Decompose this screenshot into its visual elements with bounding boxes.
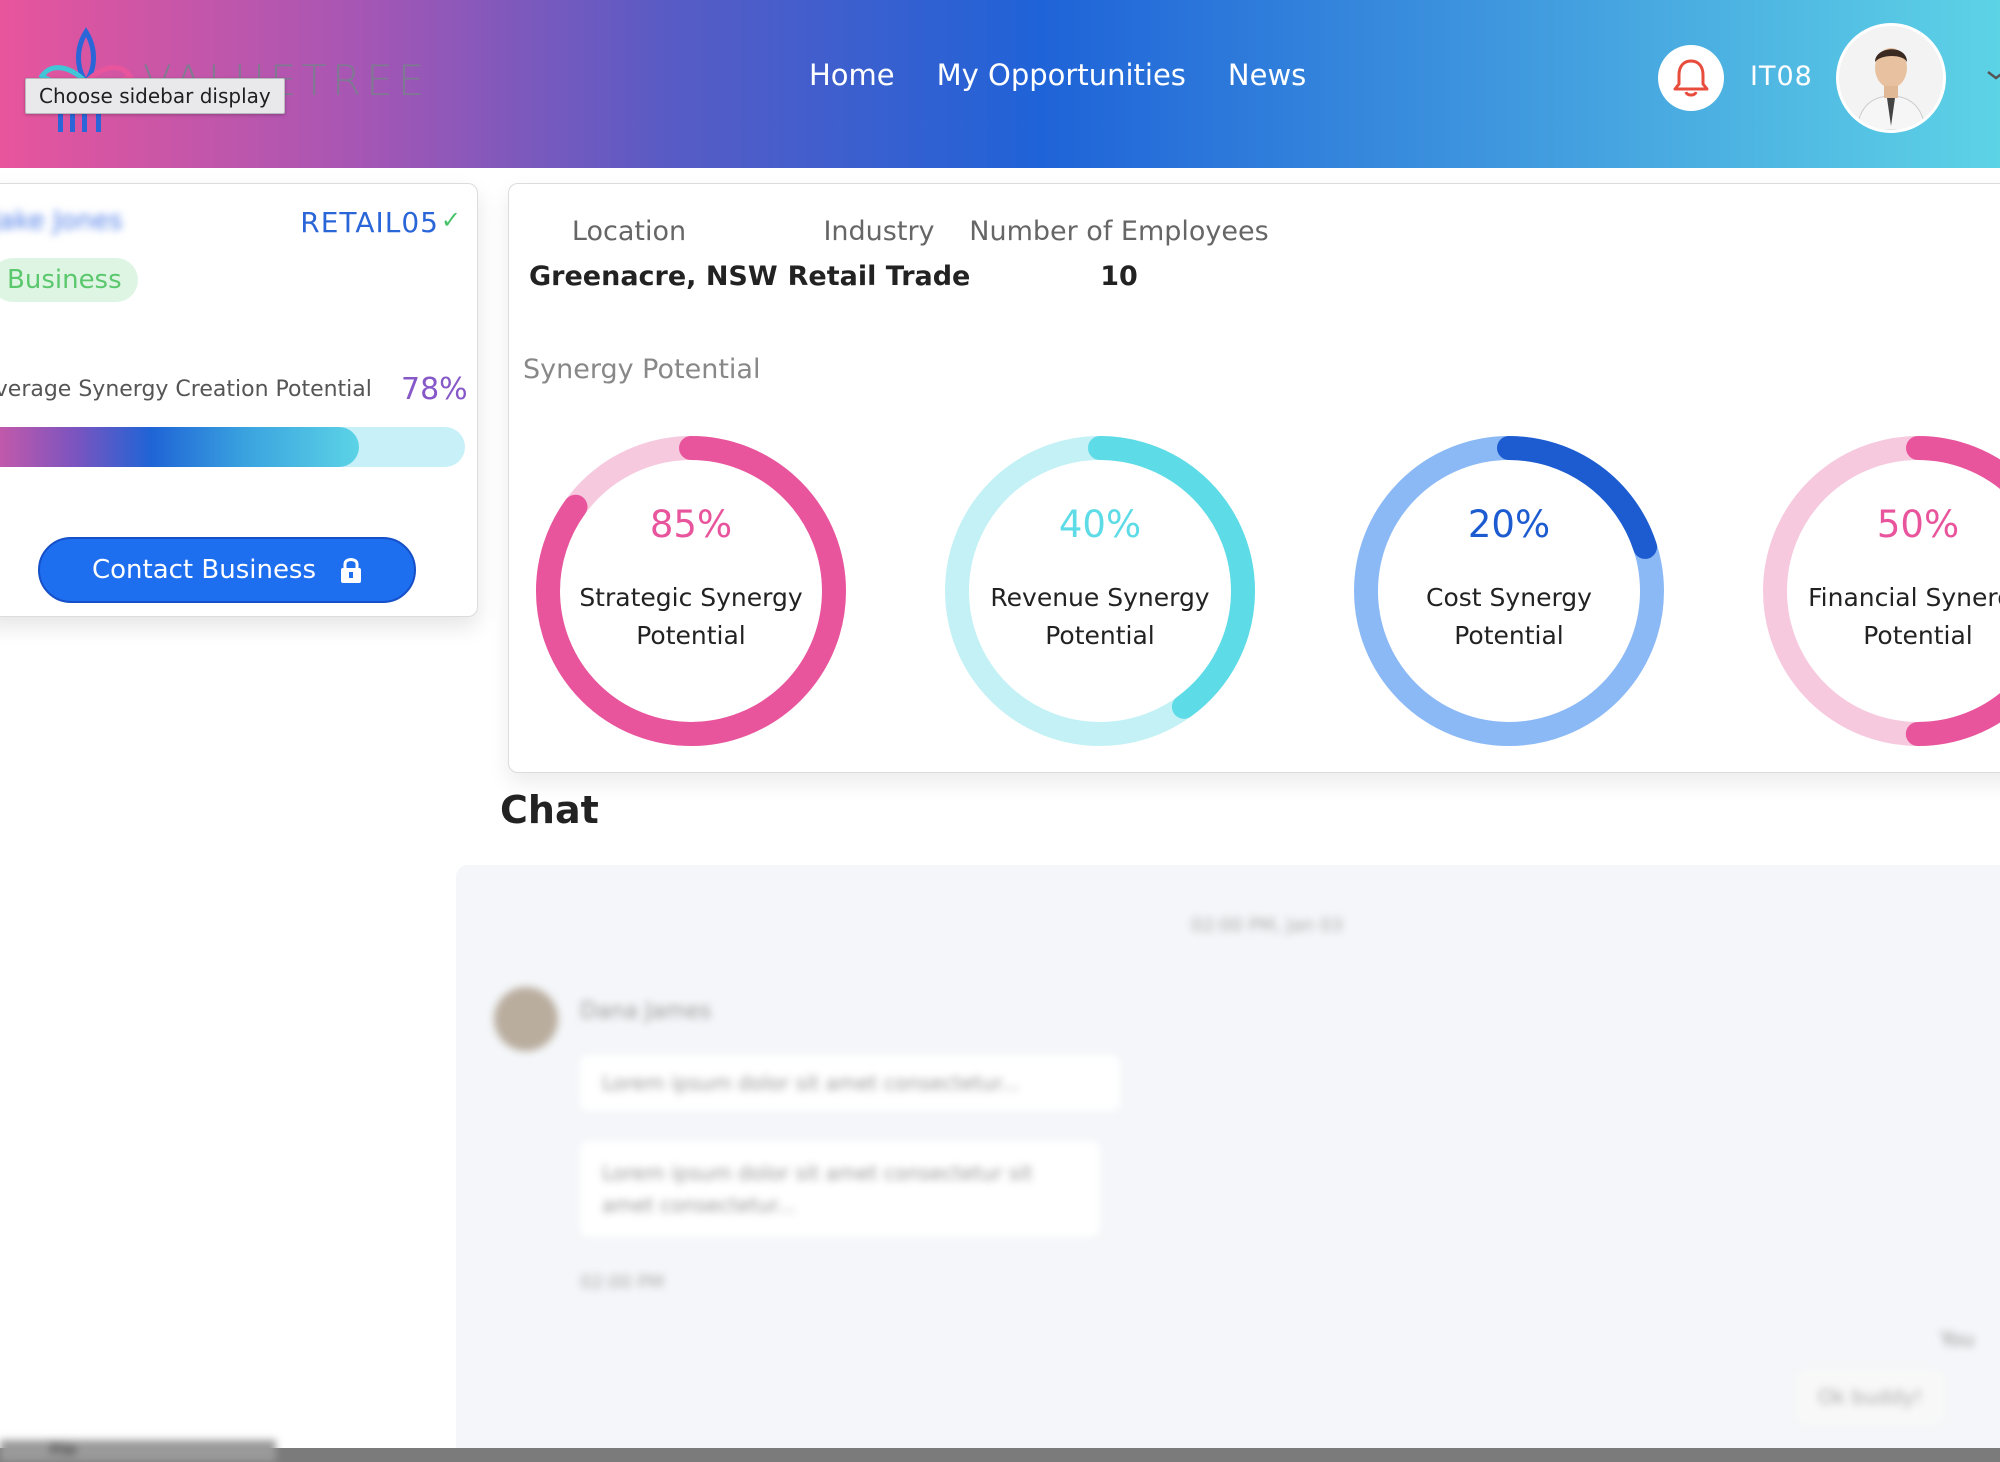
bell-icon <box>1673 59 1709 97</box>
average-potential-bar <box>0 427 465 467</box>
location-label: Location <box>571 216 687 247</box>
gauge-percent: 85% <box>649 503 733 546</box>
chat-message: Lorem ipsum dolor sit amet consectetur..… <box>580 1055 1120 1111</box>
verified-check-icon: ✓ <box>440 206 461 234</box>
bottom-file-tab[interactable]: File <box>0 1440 276 1462</box>
business-owner-name: Jake Jones <box>0 206 123 236</box>
gauge-label-line2: Potential <box>636 621 746 650</box>
gauge-label-line1: Strategic Synergy <box>579 583 803 612</box>
gauge-label-line2: Potential <box>1863 621 1973 650</box>
gauge-label-line1: Financial Synergy <box>1808 583 2000 612</box>
gauge-percent: 50% <box>1876 503 1960 546</box>
chat-you-label: You <box>1940 1327 1975 1351</box>
chat-date: 02:00 PM, Jan 03 <box>1191 915 1343 936</box>
main-nav: Home My Opportunities News <box>809 58 1306 92</box>
gauge-label-line1: Cost Synergy <box>1426 583 1592 612</box>
gauge-label-line2: Potential <box>1045 621 1155 650</box>
gauge-label-line1: Revenue Synergy <box>990 583 1210 612</box>
industry-value: Retail Trade <box>787 261 971 292</box>
gauge-label-line2: Potential <box>1454 621 1564 650</box>
chat-time: 02:00 PM <box>580 1272 664 1293</box>
contact-business-label: Contact Business <box>91 555 317 585</box>
bottom-bar <box>0 1448 2000 1462</box>
business-details-card: Location Greenacre, NSW Industry Retail … <box>508 183 2000 773</box>
info-employees: Number of Employees 10 <box>969 216 1269 292</box>
user-avatar[interactable] <box>1836 23 1946 133</box>
info-location: Location Greenacre, NSW <box>529 216 778 292</box>
chat-sender-name: Dana James <box>580 999 712 1024</box>
financial-synergy-gauge: 50% Financial Synergy Potential <box>1758 431 2000 751</box>
info-industry: Industry Retail Trade <box>779 216 979 292</box>
business-type-badge: Business <box>0 258 138 302</box>
revenue-synergy-gauge: 40% Revenue Synergy Potential <box>940 431 1260 751</box>
username-label[interactable]: IT08 <box>1750 61 1813 92</box>
contact-business-button[interactable]: Contact Business <box>38 537 416 603</box>
chat-own-message: Ok buddy! <box>1796 1369 1945 1425</box>
gauge-label: Strategic Synergy Potential <box>571 579 811 655</box>
gauge-label: Financial Synergy Potential <box>1798 579 2000 655</box>
notification-button[interactable] <box>1658 45 1724 111</box>
nav-home[interactable]: Home <box>809 58 895 92</box>
business-summary-card: Jake Jones RETAIL05 ✓ Business Average S… <box>0 183 478 617</box>
cost-synergy-gauge: 20% Cost Synergy Potential <box>1349 431 1669 751</box>
chat-sender-avatar <box>494 987 558 1051</box>
chat-message: Lorem ipsum dolor sit amet consectetur s… <box>580 1141 1100 1237</box>
lock-icon <box>341 558 362 583</box>
chat-panel[interactable]: 02:00 PM, Jan 03 Dana James Lorem ipsum … <box>456 865 2000 1462</box>
strategic-synergy-gauge: 85% Strategic Synergy Potential <box>531 431 851 751</box>
average-potential-value: 78% <box>401 372 468 407</box>
location-value: Greenacre, NSW <box>529 261 778 292</box>
gauge-label: Cost Synergy Potential <box>1389 579 1629 655</box>
nav-my-opportunities[interactable]: My Opportunities <box>937 58 1186 92</box>
employees-label: Number of Employees <box>969 216 1269 247</box>
synergy-potential-title: Synergy Potential <box>523 354 761 385</box>
sidebar-tooltip: Choose sidebar display <box>25 78 285 114</box>
average-potential-label: Average Synergy Creation Potential <box>0 377 372 402</box>
industry-label: Industry <box>823 216 935 247</box>
avatar-photo-icon <box>1839 26 1943 130</box>
top-header: VALUETREE Choose sidebar display Home My… <box>0 0 2000 168</box>
business-code: RETAIL05 <box>300 206 439 239</box>
gauge-percent: 20% <box>1467 503 1551 546</box>
chevron-down-icon[interactable] <box>1986 66 2000 86</box>
gauge-percent: 40% <box>1058 503 1142 546</box>
chat-title: Chat <box>500 788 599 832</box>
gauge-label: Revenue Synergy Potential <box>980 579 1220 655</box>
average-potential-bar-fill <box>0 427 359 467</box>
nav-news[interactable]: News <box>1228 58 1306 92</box>
employees-value: 10 <box>1100 261 1138 292</box>
